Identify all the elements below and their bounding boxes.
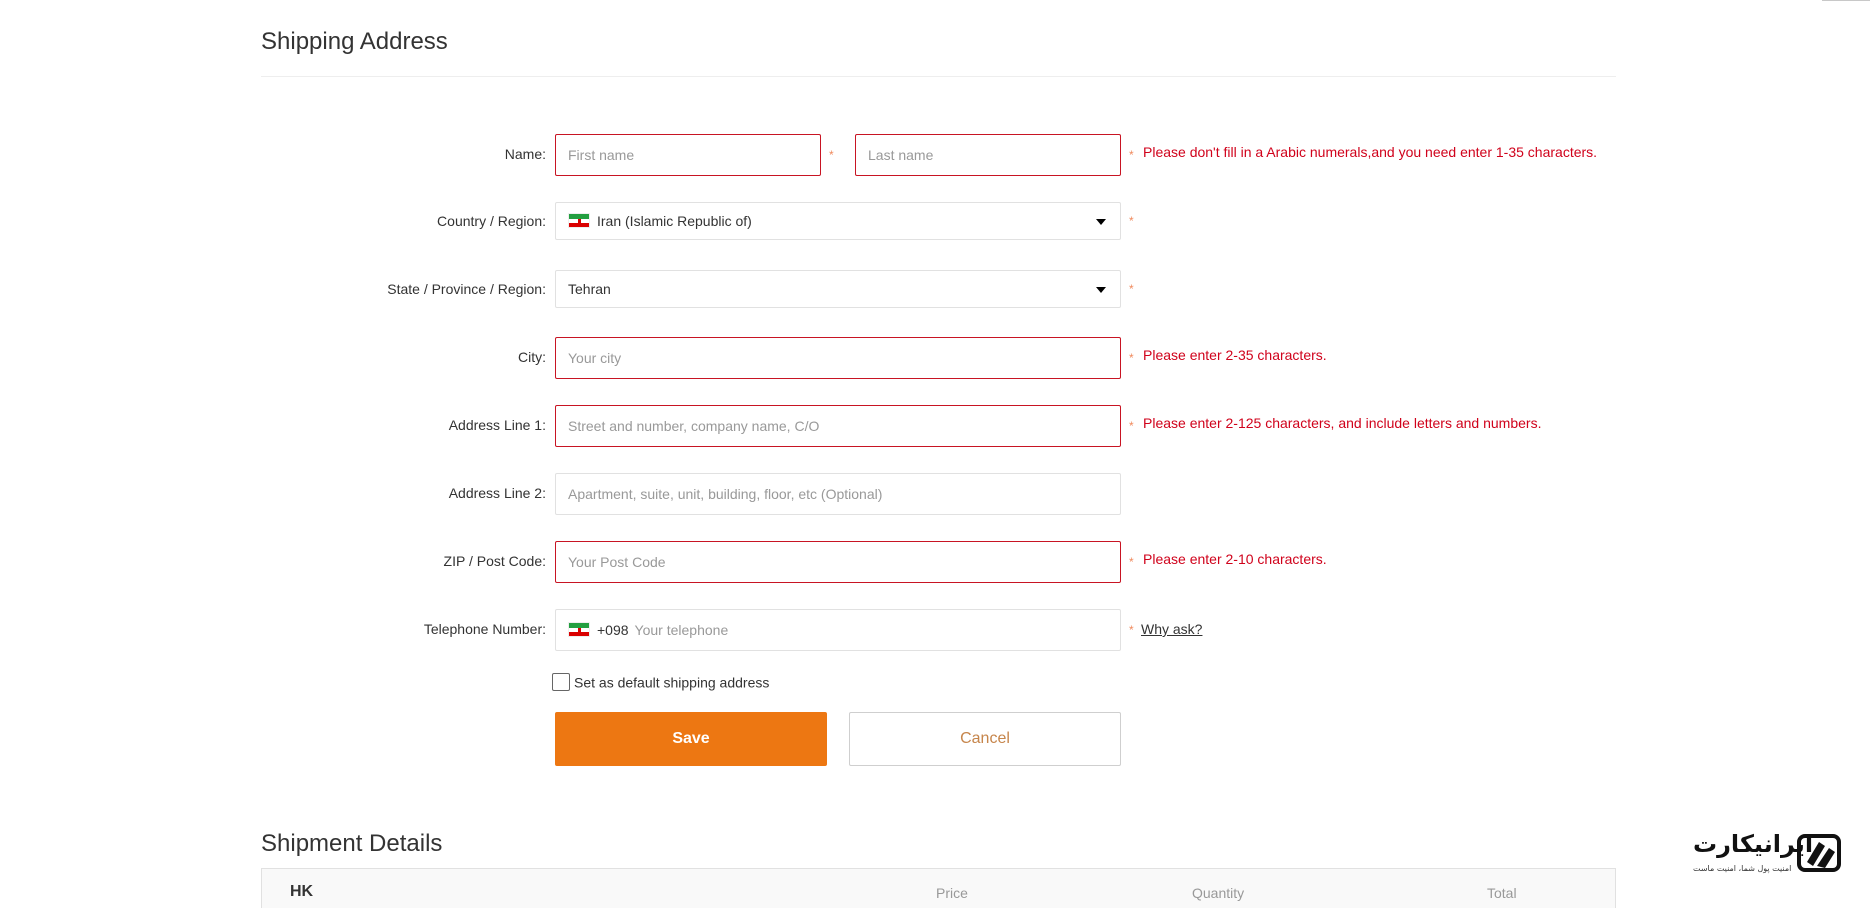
zip-error-message: Please enter 2-10 characters. <box>1143 551 1327 567</box>
why-ask-link[interactable]: Why ask? <box>1141 621 1202 637</box>
address-line-2-row: Address Line 2: Apartment, suite, unit, … <box>261 473 1616 517</box>
save-button[interactable]: Save <box>555 712 827 766</box>
title-divider <box>261 76 1616 77</box>
state-label: State / Province / Region: <box>387 281 546 297</box>
address-line-1-error-message: Please enter 2-125 characters, and inclu… <box>1143 415 1542 431</box>
default-address-label: Set as default shipping address <box>574 674 770 691</box>
state-value: Tehran <box>568 281 611 297</box>
state-required-mark: * <box>1129 282 1134 296</box>
city-row: City: Your city * Please enter 2-35 char… <box>261 337 1616 381</box>
first-name-input[interactable]: First name <box>555 134 821 176</box>
top-right-line <box>1822 0 1870 1</box>
zip-required-mark: * <box>1129 555 1134 569</box>
iran-flag-icon <box>568 212 590 228</box>
iran-flag-icon <box>568 621 590 637</box>
telephone-row: Telephone Number: +098 Your telephone * W… <box>261 609 1616 653</box>
address-line-1-label: Address Line 1: <box>448 417 546 433</box>
last-name-input[interactable]: Last name <box>855 134 1121 176</box>
zip-input[interactable]: Your Post Code <box>555 541 1121 583</box>
default-address-option[interactable]: Set as default shipping address <box>552 673 769 693</box>
city-required-mark: * <box>1129 351 1134 365</box>
default-address-checkbox[interactable] <box>552 673 570 692</box>
zip-row: ZIP / Post Code: Your Post Code * Please… <box>261 541 1616 585</box>
address-line-1-input[interactable]: Street and number, company name, C/O <box>555 405 1121 447</box>
card-logo-icon <box>1797 834 1841 872</box>
address-line-2-label: Address Line 2: <box>448 485 546 501</box>
first-name-required-mark: * <box>829 148 834 162</box>
seller-name: HK <box>290 883 314 900</box>
telephone-required-mark: * <box>1129 623 1134 637</box>
city-input[interactable]: Your city <box>555 337 1121 379</box>
column-header-quantity: Quantity <box>1192 885 1245 901</box>
country-required-mark: * <box>1129 214 1134 228</box>
name-label: Name: <box>504 146 546 162</box>
city-error-message: Please enter 2-35 characters. <box>1143 347 1327 363</box>
iranicard-watermark: ایرانیکارت امنیت پول شما، امنیت ماست <box>1691 828 1851 878</box>
watermark-tagline: امنیت پول شما، امنیت ماست <box>1693 864 1792 873</box>
column-header-price: Price <box>936 885 968 901</box>
address-line-1-required-mark: * <box>1129 419 1134 433</box>
country-value: Iran (Islamic Republic of) <box>597 213 752 229</box>
column-header-total: Total <box>1487 885 1517 901</box>
telephone-input[interactable]: +098 Your telephone <box>555 609 1121 651</box>
country-select[interactable]: Iran (Islamic Republic of) <box>555 202 1121 240</box>
city-label: City: <box>518 349 546 365</box>
address-line-2-input[interactable]: Apartment, suite, unit, building, floor,… <box>555 473 1121 515</box>
zip-label: ZIP / Post Code: <box>443 553 546 569</box>
country-row: Country / Region: Iran (Islamic Republic… <box>261 202 1616 246</box>
state-select[interactable]: Tehran <box>555 270 1121 308</box>
country-label: Country / Region: <box>437 213 546 229</box>
shipping-address-title: Shipping Address <box>261 28 448 55</box>
name-row: Name: First name * Last name * Please do… <box>261 134 1616 178</box>
telephone-placeholder: Your telephone <box>634 622 729 638</box>
last-name-required-mark: * <box>1129 148 1134 162</box>
cancel-button[interactable]: Cancel <box>849 712 1121 766</box>
country-calling-code: +098 <box>597 622 629 638</box>
shipment-table-header: HK Price Quantity Total <box>261 868 1616 908</box>
chevron-down-icon <box>1096 219 1106 225</box>
chevron-down-icon <box>1096 287 1106 293</box>
name-error-message: Please don't fill in a Arabic numerals,a… <box>1143 144 1598 160</box>
address-line-1-row: Address Line 1: Street and number, compa… <box>261 405 1616 449</box>
telephone-label: Telephone Number: <box>423 621 546 637</box>
state-row: State / Province / Region: Tehran * <box>261 270 1616 314</box>
shipment-details-title: Shipment Details <box>261 830 443 857</box>
